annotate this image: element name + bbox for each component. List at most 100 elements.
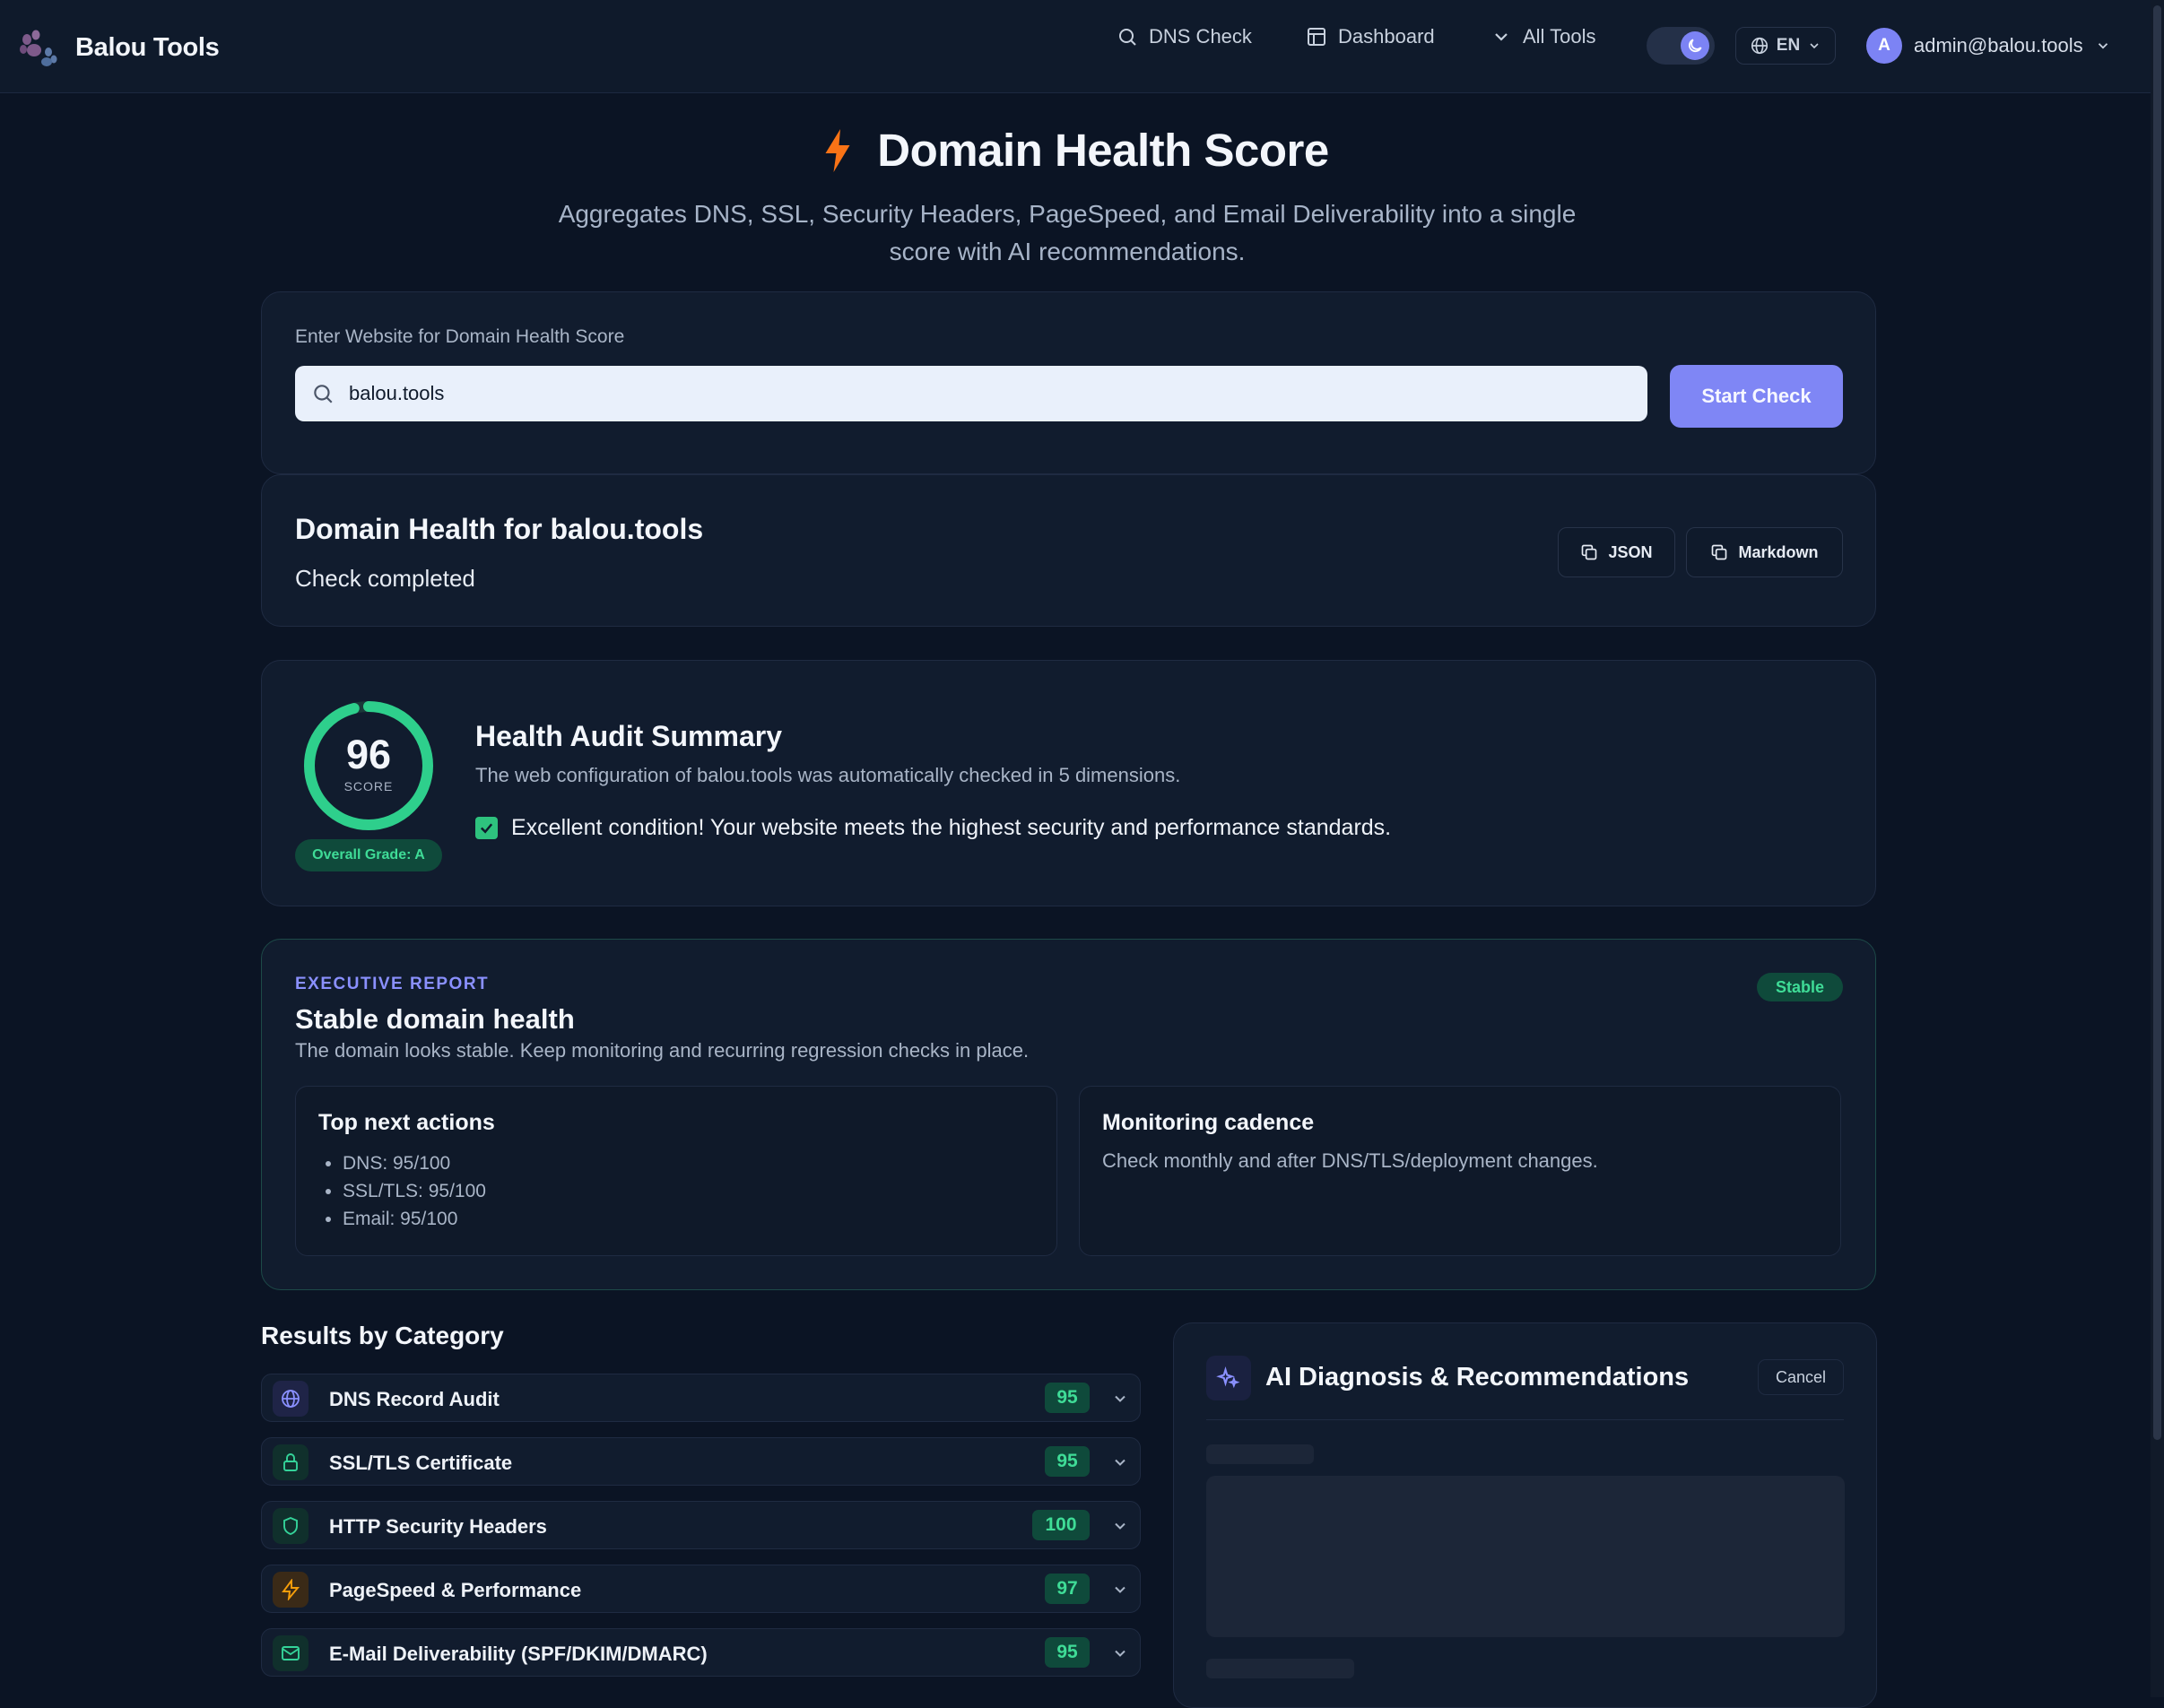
chevron-down-icon: [1115, 1586, 1125, 1593]
category-score: 95: [1045, 1637, 1090, 1668]
chevron-down-icon: [1115, 1459, 1125, 1466]
next-actions-list: DNS: 95/100 SSL/TLS: 95/100 Email: 95/10…: [323, 1149, 486, 1233]
cancel-button[interactable]: Cancel: [1758, 1359, 1844, 1395]
list-item: Email: 95/100: [343, 1205, 486, 1233]
mail-icon: [282, 1646, 300, 1660]
globe-icon: [1751, 37, 1768, 55]
search-field[interactable]: [295, 366, 1647, 421]
cadence-title: Monitoring cadence: [1102, 1110, 1315, 1135]
chevron-down-icon: [1115, 1522, 1125, 1530]
nav-all-tools-label: All Tools: [1523, 25, 1596, 48]
user-menu[interactable]: A admin@balou.tools: [1866, 28, 2111, 64]
loading-skeleton: [1206, 1659, 1354, 1678]
category-name: E-Mail Deliverability (SPF/DKIM/DMARC): [329, 1643, 708, 1665]
ai-diagnosis-card: AI Diagnosis & Recommendations Cancel: [1173, 1322, 1877, 1708]
summary-verdict-text: Excellent condition! Your website meets …: [511, 815, 1392, 840]
category-icon-box: [273, 1508, 309, 1544]
copy-icon: [1582, 544, 1597, 560]
scrollbar[interactable]: [2151, 0, 2164, 1697]
category-row-headers[interactable]: HTTP Security Headers 100: [261, 1501, 1141, 1549]
shield-icon: [283, 1516, 298, 1536]
category-score: 95: [1045, 1446, 1090, 1477]
bolt-icon: [825, 128, 850, 172]
chevron-down-icon: [1115, 1395, 1125, 1402]
category-row-ssl[interactable]: SSL/TLS Certificate 95: [261, 1437, 1141, 1486]
chevron-down-icon: [1115, 1650, 1125, 1657]
language-label: EN: [1776, 36, 1801, 55]
ai-icon-box: [1206, 1356, 1251, 1400]
ai-title: AI Diagnosis & Recommendations: [1265, 1363, 1690, 1392]
category-row-dns[interactable]: DNS Record Audit 95: [261, 1374, 1141, 1422]
status-badge: Stable: [1757, 973, 1843, 1001]
category-icon-box: [273, 1444, 309, 1480]
domain-input[interactable]: [347, 381, 1603, 406]
category-icon-box: [273, 1635, 309, 1671]
page-subtitle: Aggregates DNS, SSL, Security Headers, P…: [558, 200, 1577, 265]
domain-health-card: Domain Health for balou.tools Check comp…: [261, 474, 1876, 627]
avatar: A: [1866, 28, 1902, 64]
theme-knob: [1681, 31, 1709, 60]
category-name: PageSpeed & Performance: [329, 1579, 582, 1601]
top-navbar: Balou Tools DNS Check Dashboard All Tool…: [0, 0, 2151, 93]
score-label: SCORE: [343, 779, 394, 793]
moon-icon: [1688, 39, 1702, 53]
executive-title: Stable domain health: [295, 1003, 575, 1035]
category-score: 97: [1045, 1574, 1090, 1604]
divider: [1206, 1419, 1844, 1420]
executive-description: The domain looks stable. Keep monitoring…: [295, 1039, 1030, 1062]
score-value: 96: [345, 732, 392, 777]
theme-toggle[interactable]: [1647, 27, 1715, 65]
nav-dashboard[interactable]: Dashboard: [1306, 25, 1435, 48]
scrollbar-thumb[interactable]: [2153, 5, 2161, 1440]
start-check-button[interactable]: Start Check: [1670, 365, 1843, 428]
app-name: Balou Tools: [75, 32, 220, 62]
copy-json-button[interactable]: JSON: [1558, 527, 1675, 577]
copy-markdown-label: Markdown: [1738, 542, 1819, 561]
chevron-down-icon: [2098, 43, 2108, 49]
category-name: SSL/TLS Certificate: [329, 1452, 513, 1474]
bolt-icon: [282, 1579, 300, 1600]
executive-eyebrow: EXECUTIVE REPORT: [295, 975, 490, 993]
copy-markdown-button[interactable]: Markdown: [1686, 527, 1843, 577]
category-name: DNS Record Audit: [329, 1388, 500, 1410]
user-email: admin@balou.tools: [1914, 34, 2083, 56]
health-summary-card: 96 SCORE Overall Grade: A Health Audit S…: [261, 660, 1876, 906]
cadence-text: Check monthly and after DNS/TLS/deployme…: [1102, 1149, 1598, 1172]
category-score: 95: [1045, 1383, 1090, 1413]
loading-skeleton: [1206, 1476, 1845, 1637]
search-icon: [1119, 29, 1136, 46]
nav-dns-check[interactable]: DNS Check: [1117, 25, 1252, 48]
loading-skeleton: [1206, 1444, 1314, 1464]
globe-icon: [282, 1390, 300, 1408]
nav-all-tools[interactable]: All Tools: [1490, 25, 1596, 48]
nav-dns-check-label: DNS Check: [1149, 25, 1252, 48]
language-selector[interactable]: EN: [1735, 27, 1836, 65]
copy-json-label: JSON: [1608, 542, 1653, 561]
brand[interactable]: Balou Tools: [18, 27, 220, 68]
page-title: Domain Health Score: [877, 125, 1329, 176]
summary-verdict: Excellent condition! Your website meets …: [475, 815, 1391, 841]
category-row-pagespeed[interactable]: PageSpeed & Performance 97: [261, 1565, 1141, 1613]
next-actions-card: Top next actions DNS: 95/100 SSL/TLS: 95…: [295, 1086, 1057, 1256]
list-item: SSL/TLS: 95/100: [343, 1177, 486, 1205]
summary-description: The web configuration of balou.tools was…: [475, 764, 1181, 786]
category-name: HTTP Security Headers: [329, 1515, 547, 1538]
summary-title: Health Audit Summary: [475, 720, 782, 752]
page-header: Domain Health Score: [0, 124, 2151, 177]
category-icon-box: [273, 1572, 309, 1608]
category-icon-box: [273, 1381, 309, 1417]
grade-badge: Overall Grade: A: [295, 839, 442, 871]
check-icon: [475, 817, 498, 839]
chevron-down-icon: [1495, 33, 1508, 41]
result-title: Domain Health for balou.tools: [295, 513, 704, 545]
paw-logo-icon: [20, 30, 57, 66]
category-row-email[interactable]: E-Mail Deliverability (SPF/DKIM/DMARC) 9…: [261, 1628, 1141, 1677]
category-score: 100: [1032, 1510, 1090, 1540]
input-card: Enter Website for Domain Health Score St…: [261, 291, 1876, 474]
sparkles-icon: [1216, 1366, 1240, 1389]
next-actions-title: Top next actions: [318, 1110, 495, 1135]
input-label: Enter Website for Domain Health Score: [295, 326, 625, 347]
search-icon: [314, 385, 333, 403]
result-status: Check completed: [295, 565, 475, 592]
lock-icon: [283, 1453, 298, 1471]
